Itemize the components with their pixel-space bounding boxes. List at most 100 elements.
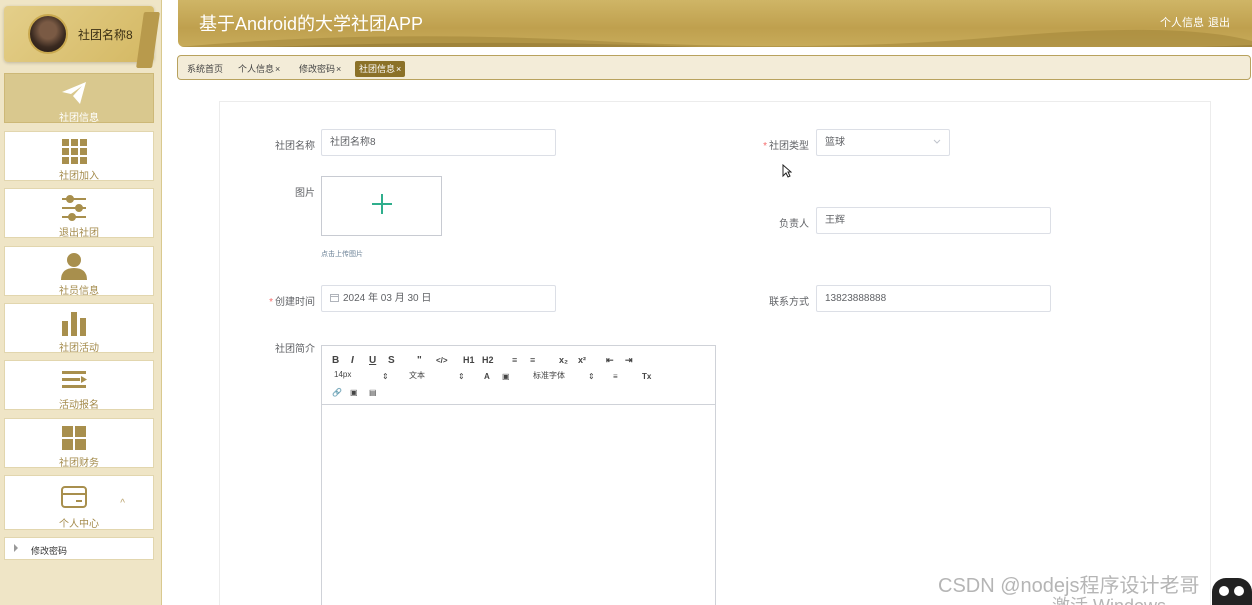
h1-icon: H1 (463, 355, 475, 365)
club-type-select[interactable]: 篮球 (816, 129, 950, 156)
sidebar-item-quit-club[interactable]: 退出社团 (4, 188, 154, 239)
paper-plane-icon (62, 82, 86, 104)
link-icon: 🔗 (332, 387, 342, 397)
label-text: 创建时间 (275, 297, 315, 308)
sidebar-subitem-change-password[interactable]: 修改密码 (4, 537, 154, 560)
close-icon[interactable]: × (396, 64, 401, 74)
tab-home[interactable]: 系统首页 (183, 61, 227, 77)
close-icon[interactable]: × (336, 64, 341, 74)
text-color-icon: A (484, 372, 490, 381)
sidebar-item-registration[interactable]: 活动报名 (4, 360, 154, 411)
user-card[interactable]: 社团名称8 (4, 6, 160, 68)
created-date-picker[interactable]: 2024 年 03 月 30 日 (321, 285, 556, 312)
h2-icon: H2 (482, 355, 494, 365)
image-icon: ▣ (350, 388, 358, 397)
sidebar-subitem-label: 修改密码 (31, 546, 68, 556)
size-arrow-icon: ⇕ (382, 372, 389, 381)
tab-label: 修改密码 (299, 64, 336, 74)
chevron-up-icon[interactable]: ^ (120, 498, 125, 509)
block-type-select[interactable]: 文本 (409, 370, 425, 381)
sidebar-item-personal-center[interactable]: 个人中心 ^ (4, 475, 154, 530)
editor-toolbar-icons: B I U S " </> H1 H2 ≡ ≡ x₂ x² ⇤ ⇥ ⇕ ⇕ A … (332, 355, 652, 397)
top-header: 基于Android的大学社团APP 个人信息 退出 (178, 0, 1252, 47)
italic-icon: I (351, 355, 354, 366)
editor-content-area[interactable] (322, 406, 715, 605)
font-family-select[interactable]: 标准字体 (533, 370, 565, 381)
logout-link[interactable]: 退出 (1208, 17, 1230, 29)
image-upload-box[interactable] (321, 176, 442, 236)
bold-icon: B (332, 355, 339, 366)
align-icon: ≡ (613, 372, 618, 381)
user-icon (61, 253, 87, 280)
bg-color-icon: ▣ (502, 372, 510, 381)
sidebar-item-activities[interactable]: 社团活动 (4, 303, 154, 354)
quote-icon: " (417, 355, 422, 366)
rich-text-editor: B I U S " </> H1 H2 ≡ ≡ x₂ x² ⇤ ⇥ ⇕ ⇕ A … (321, 345, 716, 605)
strike-icon: S (388, 355, 395, 366)
plus-icon (372, 194, 392, 214)
sliders-icon (62, 195, 86, 221)
sidebar-item-label: 退出社团 (59, 228, 99, 239)
code-icon: </> (436, 356, 448, 365)
tab-change-password[interactable]: 修改密码× (295, 61, 345, 77)
sidebar-item-label: 活动报名 (59, 400, 99, 411)
superscript-icon: x² (578, 355, 586, 365)
club-form: 社团名称 社团名称8 * 社团类型 篮球 图片 点击上传图片 负责人 王辉 * 创建… (219, 101, 1211, 605)
sidebar-item-club-join[interactable]: 社团加入 (4, 131, 154, 182)
tab-profile[interactable]: 个人信息× (234, 61, 284, 77)
card-icon (61, 486, 87, 508)
bar-chart-icon (62, 312, 86, 336)
label-created-time: * 创建时间 (235, 293, 315, 308)
label-text: 社团类型 (769, 141, 809, 152)
video-icon: ▤ (369, 388, 377, 397)
list-icon (62, 371, 87, 388)
mouse-cursor-icon (782, 164, 792, 178)
tab-label: 系统首页 (187, 64, 224, 74)
header-links: 个人信息 退出 (1156, 14, 1230, 30)
contact-input[interactable]: 13823888888 (816, 285, 1051, 312)
sidebar-item-label: 个人中心 (59, 519, 99, 530)
clear-format-icon: Tx (642, 372, 652, 381)
tab-label: 个人信息 (238, 64, 275, 74)
avatar (28, 14, 68, 54)
label-image: 图片 (235, 184, 315, 199)
label-text: 社团名称 (275, 141, 315, 152)
chevron-down-icon (933, 139, 941, 144)
sidebar: 社团名称8 社团信息 社团加入 退出社团 社员信息 社团活动 活动报名 社团财务… (0, 0, 162, 605)
tab-club-info[interactable]: 社团信息× (355, 61, 406, 77)
sidebar-item-label: 社团信息 (59, 113, 99, 124)
indent-icon: ⇥ (625, 355, 633, 365)
subscript-icon: x₂ (559, 355, 568, 365)
family-arrow-icon: ⇕ (588, 372, 595, 381)
sidebar-item-label: 社团加入 (59, 171, 99, 182)
profile-link[interactable]: 个人信息 (1160, 17, 1204, 29)
sidebar-item-club-info[interactable]: 社团信息 (4, 73, 154, 124)
user-name: 社团名称8 (78, 28, 133, 42)
caret-right-icon (14, 544, 18, 552)
block-arrow-icon: ⇕ (458, 372, 465, 381)
select-value: 篮球 (825, 137, 845, 148)
date-value: 2024 年 03 月 30 日 (343, 293, 432, 304)
tiles-icon (62, 426, 86, 450)
sidebar-item-members[interactable]: 社员信息 (4, 246, 154, 297)
underline-icon: U (369, 355, 376, 366)
close-icon[interactable]: × (275, 64, 280, 74)
sidebar-item-finance[interactable]: 社团财务 (4, 418, 154, 469)
upload-hint: 点击上传图片 (321, 251, 363, 258)
app-title: 基于Android的大学社团APP (199, 14, 424, 34)
font-size-select[interactable]: 14px (334, 370, 351, 379)
label-club-name: 社团名称 (235, 137, 315, 152)
required-mark: * (269, 297, 273, 308)
tabs-bar: 系统首页 个人信息× 修改密码× 社团信息× (177, 55, 1251, 80)
club-name-input[interactable]: 社团名称8 (321, 129, 556, 156)
tab-label: 社团信息 (359, 64, 396, 74)
label-text: 社团简介 (275, 344, 315, 355)
label-intro: 社团简介 (235, 340, 315, 355)
sidebar-item-label: 社团财务 (59, 458, 99, 469)
bullet-list-icon: ≡ (530, 355, 535, 365)
calendar-icon (330, 294, 339, 302)
required-mark: * (763, 141, 767, 152)
label-club-type: * 社团类型 (729, 137, 809, 152)
leader-input[interactable]: 王辉 (816, 207, 1051, 234)
grid-icon (62, 139, 87, 164)
